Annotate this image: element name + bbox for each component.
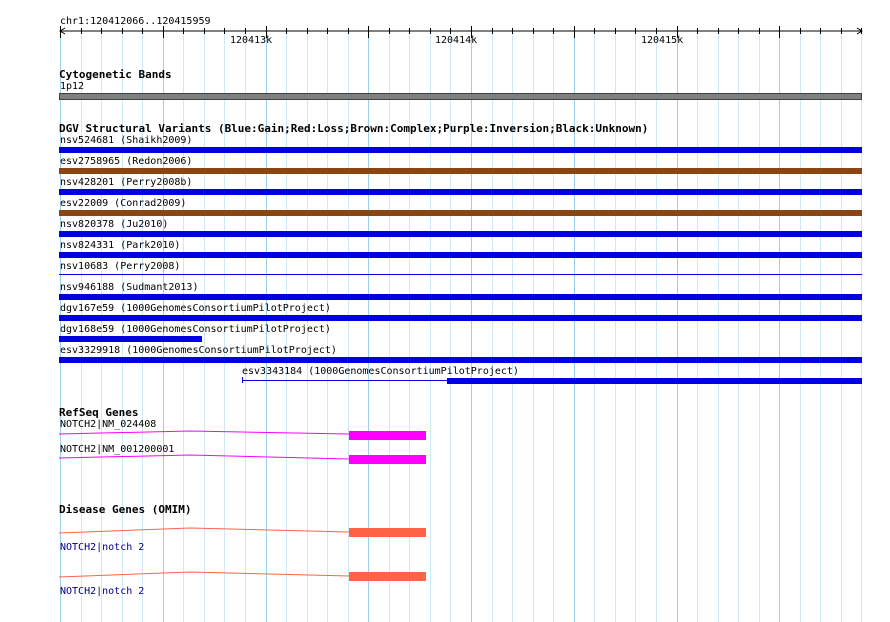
variant-label[interactable]: nsv824331 (Park2010) [60, 240, 180, 252]
ruler-tick-label: 120413k [230, 35, 273, 46]
variant-label[interactable]: nsv820378 (Ju2010) [60, 219, 168, 231]
variant-bar-gain[interactable] [59, 357, 862, 363]
refseq-gene-model[interactable] [0, 452, 890, 472]
variant-connector-line[interactable] [242, 380, 447, 381]
variant-label[interactable]: nsv946188 (Sudmant2013) [60, 282, 198, 294]
variant-label[interactable]: esv22009 (Conrad2009) [60, 198, 186, 210]
cytoband-band[interactable] [59, 93, 862, 100]
cytoband-track-title: Cytogenetic Bands [59, 68, 172, 81]
variant-label[interactable]: esv2758965 (Redon2006) [60, 156, 192, 168]
omim-gene-label[interactable]: NOTCH2|notch 2 [60, 542, 144, 554]
variant-label[interactable]: dgv168e59 (1000GenomesConsortiumPilotPro… [60, 324, 331, 336]
refseq-track-title: RefSeq Genes [59, 406, 139, 419]
variant-bar-gain[interactable] [59, 147, 862, 153]
variant-bar-complex[interactable] [59, 210, 862, 216]
variant-label[interactable]: nsv10683 (Perry2008) [60, 261, 180, 273]
omim-track-title: Disease Genes (OMIM) [59, 503, 192, 516]
refseq-gene-model[interactable] [0, 425, 890, 445]
variant-bar-gain[interactable] [59, 231, 862, 237]
variant-label[interactable]: nsv524681 (Shaikh2009) [60, 135, 192, 147]
ruler-tick-label: 120414k [435, 35, 478, 46]
ruler-tick-label: 120415k [641, 35, 684, 46]
omim-gene-label[interactable]: NOTCH2|notch 2 [60, 586, 144, 598]
variant-bar-gain[interactable] [447, 378, 862, 384]
variant-bar-gain[interactable] [59, 252, 862, 258]
variant-bar-gain[interactable] [59, 294, 862, 300]
variant-bar-complex[interactable] [59, 168, 862, 174]
variant-bar-gain[interactable] [59, 315, 862, 321]
variant-label[interactable]: dgv167e59 (1000GenomesConsortiumPilotPro… [60, 303, 331, 315]
dgv-track-title: DGV Structural Variants (Blue:Gain;Red:L… [59, 122, 649, 135]
variant-line-gain[interactable] [59, 274, 862, 275]
omim-gene-model[interactable] [0, 566, 890, 586]
variant-bar-gain[interactable] [59, 189, 862, 195]
variant-bar-gain[interactable] [59, 336, 202, 342]
cytoband-label[interactable]: 1p12 [60, 81, 84, 93]
variant-label[interactable]: nsv428201 (Perry2008b) [60, 177, 192, 189]
variant-label[interactable]: esv3329918 (1000GenomesConsortiumPilotPr… [60, 345, 337, 357]
variant-label[interactable]: esv3343184 (1000GenomesConsortiumPilotPr… [242, 366, 519, 378]
omim-gene-model[interactable] [0, 522, 890, 542]
